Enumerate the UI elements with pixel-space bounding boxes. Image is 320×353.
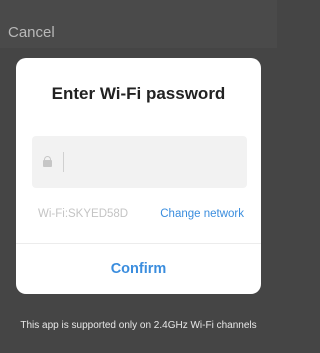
dialog-title: Enter Wi-Fi password xyxy=(51,84,226,103)
top-bar: Cancel xyxy=(0,0,277,48)
channel-support-notice: This app is supported only on 2.4GHz Wi-… xyxy=(20,320,257,331)
cancel-button[interactable]: Cancel xyxy=(8,24,55,41)
password-field[interactable] xyxy=(32,136,247,188)
lock-icon xyxy=(43,156,52,167)
wifi-password-dialog: Enter Wi-Fi password Wi-Fi:SKYED58D Chan… xyxy=(16,58,261,294)
change-network-link[interactable]: Change network xyxy=(160,208,244,220)
wifi-network-label: Wi-Fi:SKYED58D xyxy=(38,208,129,220)
confirm-button[interactable]: Confirm xyxy=(16,244,261,294)
password-input[interactable] xyxy=(64,150,239,174)
